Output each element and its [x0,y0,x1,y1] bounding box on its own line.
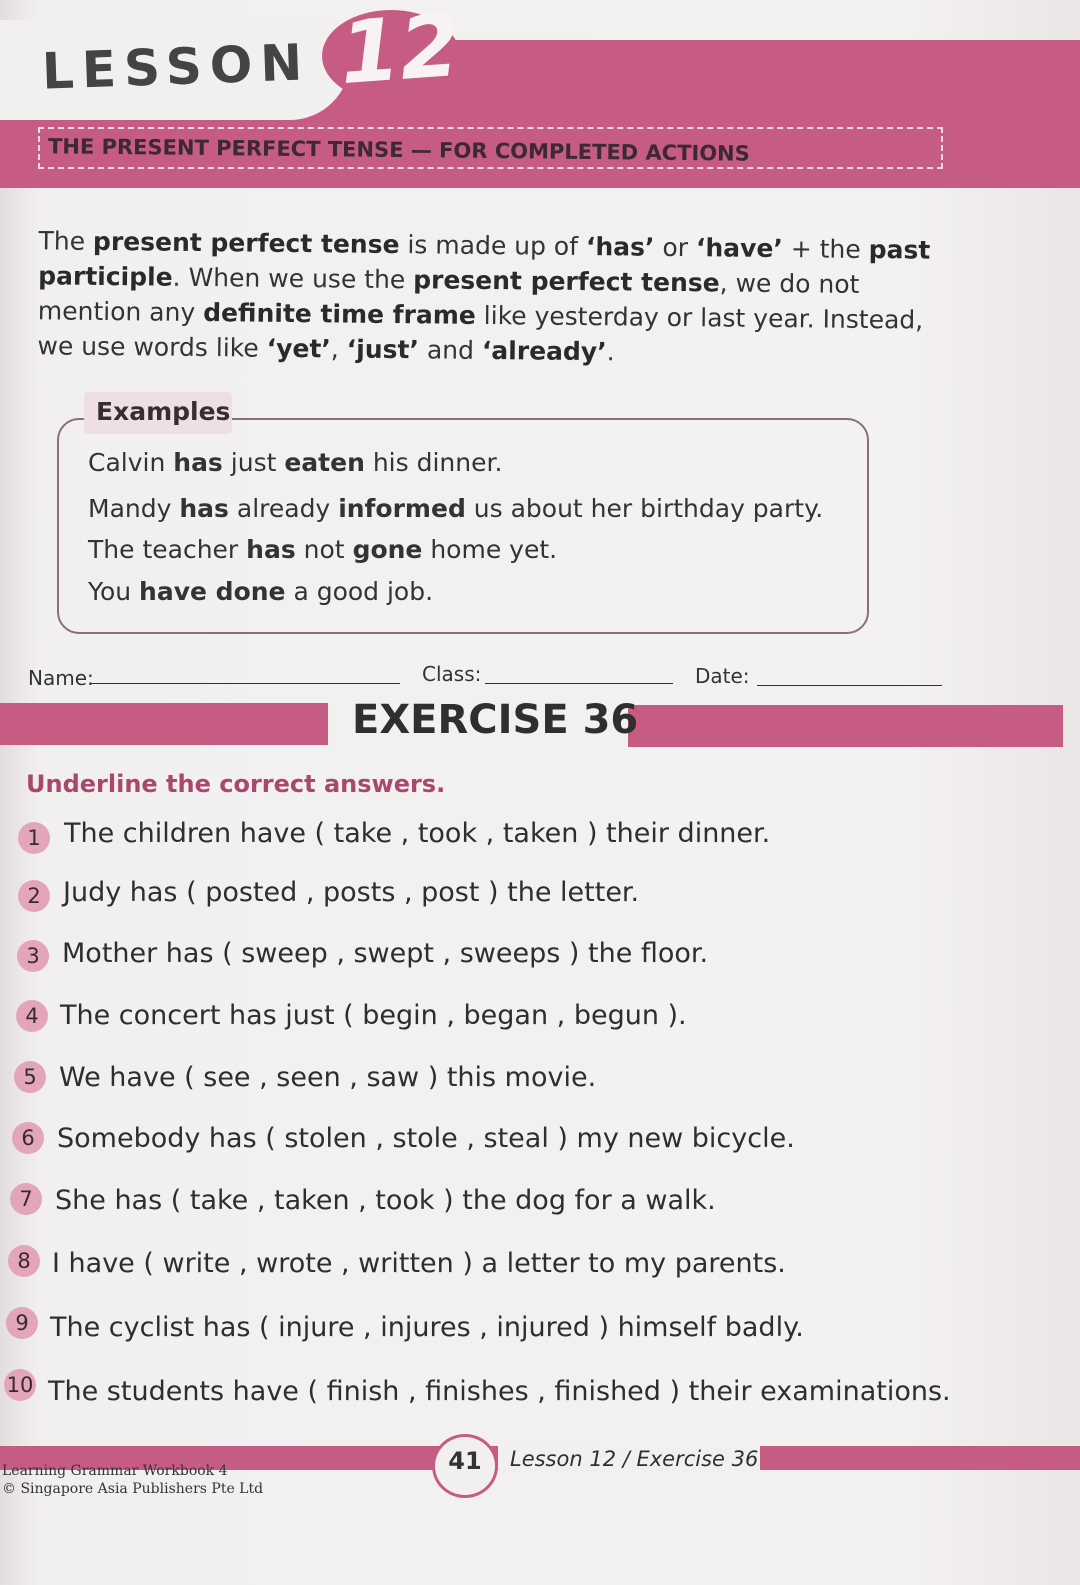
example-line: Mandy has already informed us about her … [88,494,824,523]
question-text: Somebody has ( stolen , stole , steal ) … [57,1123,795,1154]
question-text: The cyclist has ( injure , injures , inj… [50,1312,804,1343]
question-text: The students have ( finish , finishes , … [48,1376,951,1407]
class-label: Class: [422,662,482,686]
question-number: 8 [8,1245,40,1277]
exercise-band-left [0,703,328,745]
lesson-label: LESSON [41,33,312,101]
question-text: The children have ( take , took , taken … [64,818,771,849]
question-number: 3 [17,940,49,972]
question-text: We have ( see , seen , saw ) this movie. [59,1062,597,1093]
examples-label: Examples [96,397,231,426]
exercise-instruction: Underline the correct answers. [26,770,446,798]
question-text: The concert has just ( begin , began , b… [60,1000,687,1031]
example-line: Calvin has just eaten his dinner. [88,448,503,477]
date-field-line[interactable] [757,685,942,686]
question-text: I have ( write , wrote , written ) a let… [52,1248,786,1279]
date-label: Date: [695,664,750,688]
question-number: 9 [6,1307,38,1339]
page-number: 41 [448,1447,482,1475]
question-number: 7 [10,1183,42,1215]
question-text: Judy has ( posted , posts , post ) the l… [63,877,640,908]
question-text: Mother has ( sweep , swept , sweeps ) th… [62,938,709,969]
exercise-band-right [628,705,1063,747]
lesson-number: 12 [336,0,464,105]
example-line: You have done a good job. [88,577,434,606]
exercise-title: EXERCISE 36 [352,697,639,743]
question-number: 1 [18,822,50,854]
question-number: 6 [12,1122,44,1154]
copyright: © Singapore Asia Publishers Pte Ltd [2,1481,264,1497]
question-number: 5 [14,1061,46,1093]
name-field-line[interactable] [90,683,400,684]
question-number: 2 [18,880,50,912]
footer-lesson-label: Lesson 12 / Exercise 36 [510,1447,759,1471]
question-number: 4 [16,1000,48,1032]
question-number: 10 [4,1369,36,1401]
book-title: Learning Grammar Workbook 4 [2,1463,228,1479]
question-text: She has ( take , taken , took ) the dog … [55,1185,716,1216]
class-field-line[interactable] [485,683,673,684]
example-line: The teacher has not gone home yet. [88,535,558,564]
intro-paragraph: The present perfect tense is made up of … [37,226,931,367]
name-label: Name: [28,666,94,690]
